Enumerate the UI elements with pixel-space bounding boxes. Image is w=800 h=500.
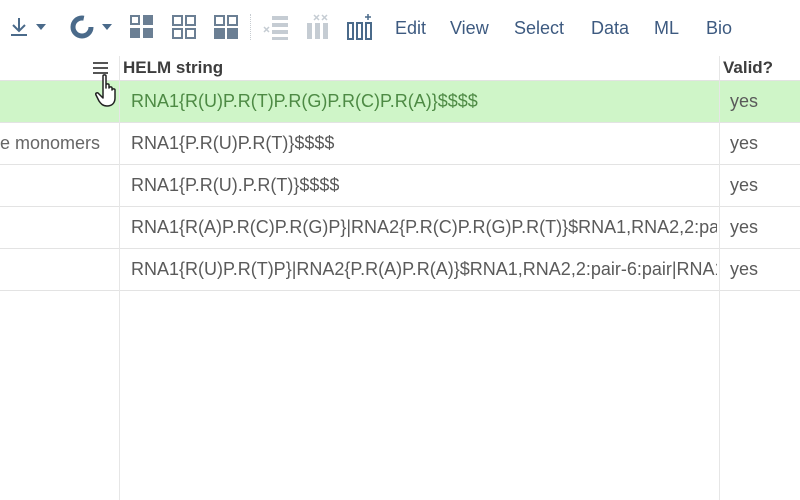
hand-pointer-icon xyxy=(95,74,116,107)
menu-bio[interactable]: Bio xyxy=(706,17,732,39)
table-cell-helm[interactable]: RNA1{R(A)P.R(C)P.R(G)P}|RNA2{P.R(C)P.R(G… xyxy=(131,207,717,248)
menu-edit[interactable]: Edit xyxy=(395,17,426,39)
table-cell-helm[interactable]: RNA1{P.R(U)P.R(T)}$$$$ xyxy=(131,123,717,164)
toolbar: Edit View Select Data ML Bio xyxy=(0,0,800,56)
filter-columns-icon xyxy=(307,14,328,39)
layout-grid-button[interactable] xyxy=(129,10,155,44)
add-column-button[interactable] xyxy=(346,10,374,44)
refresh-icon xyxy=(70,15,94,39)
layout-split-icon xyxy=(214,15,238,39)
toolbar-divider xyxy=(250,14,251,40)
table-row[interactable]: e monomers RNA1{P.R(U)P.R(T)}$$$$ yes xyxy=(0,123,800,165)
column-divider[interactable] xyxy=(719,56,720,500)
filter-columns-button[interactable] xyxy=(305,10,331,44)
table-cell-valid[interactable]: yes xyxy=(730,249,800,290)
table-cell[interactable] xyxy=(0,207,119,248)
column-header-helm[interactable]: HELM string xyxy=(123,58,223,78)
table-row[interactable]: RNA1{P.R(U).P.R(T)}$$$$ yes xyxy=(0,165,800,207)
table-row[interactable]: RNA1{R(A)P.R(C)P.R(G)P}|RNA2{P.R(C)P.R(G… xyxy=(0,207,800,249)
table-cell[interactable] xyxy=(0,165,119,206)
table-cell-valid[interactable]: yes xyxy=(730,207,800,248)
data-grid[interactable]: HELM string Valid? RNA1{R(U)P.R(T)P.R(G)… xyxy=(0,56,800,500)
filter-rows-icon xyxy=(263,16,288,40)
table-cell-helm[interactable]: RNA1{R(U)P.R(T)P.R(G)P.R(C)P.R(A)}$$$$ xyxy=(131,81,717,122)
menu-select[interactable]: Select xyxy=(514,17,564,39)
download-icon xyxy=(11,18,27,36)
column-header-valid[interactable]: Valid? xyxy=(723,58,773,78)
table-cell[interactable]: e monomers xyxy=(0,123,119,164)
table-cell-valid[interactable]: yes xyxy=(730,123,800,164)
table-cell-valid[interactable]: yes xyxy=(730,165,800,206)
column-divider[interactable] xyxy=(119,56,120,500)
add-column-icon xyxy=(347,14,372,40)
menu-ml[interactable]: ML xyxy=(654,17,679,39)
download-button[interactable] xyxy=(8,10,46,44)
table-cell-valid[interactable]: yes xyxy=(730,81,800,122)
chevron-down-icon xyxy=(102,24,112,30)
chevron-down-icon xyxy=(36,24,46,30)
table-cell-helm[interactable]: RNA1{P.R(U).P.R(T)}$$$$ xyxy=(131,165,717,206)
table-cell[interactable] xyxy=(0,249,119,290)
layout-split-button[interactable] xyxy=(213,10,239,44)
table-row[interactable]: RNA1{R(U)P.R(T)P}|RNA2{P.R(A)P.R(A)}$RNA… xyxy=(0,249,800,291)
layout-four-button[interactable] xyxy=(171,10,197,44)
layout-grid-icon xyxy=(130,15,153,38)
refresh-button[interactable] xyxy=(68,10,112,44)
filter-rows-button[interactable] xyxy=(262,10,290,44)
table-cell-helm[interactable]: RNA1{R(U)P.R(T)P}|RNA2{P.R(A)P.R(A)}$RNA… xyxy=(131,249,717,290)
menu-data[interactable]: Data xyxy=(591,17,629,39)
menu-view[interactable]: View xyxy=(450,17,489,39)
layout-four-icon xyxy=(172,15,196,39)
